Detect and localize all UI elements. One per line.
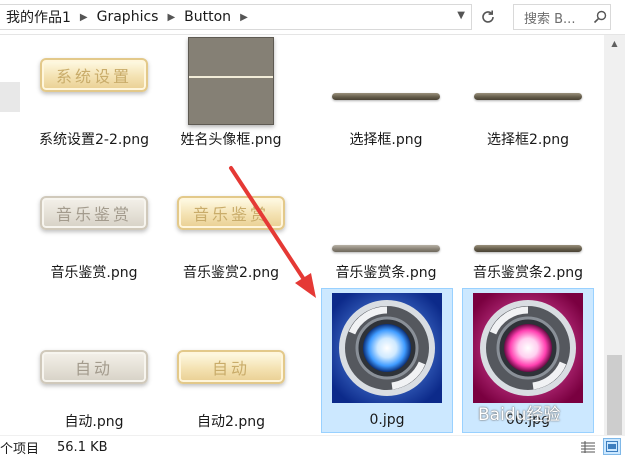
breadcrumb-item-graphics[interactable]: Graphics — [91, 9, 165, 25]
file-thumbnail: 音乐鉴赏 — [166, 168, 296, 258]
file-item[interactable]: 自动 自动2.png — [166, 307, 296, 435]
file-item[interactable]: 系统设置 系统设置2-2.png — [29, 35, 159, 160]
file-item-selected[interactable]: 00.jpg — [462, 288, 594, 433]
item-count: 个项目 — [0, 442, 40, 457]
refresh-button[interactable] — [475, 4, 501, 30]
refresh-icon — [482, 10, 494, 23]
vertical-scrollbar[interactable]: ▲ — [604, 35, 625, 435]
breadcrumb-item-我的作品1[interactable]: 我的作品1 — [0, 7, 77, 27]
search-box[interactable]: 搜索 B... — [513, 4, 611, 30]
file-item[interactable]: 选择框.png — [321, 35, 451, 160]
file-item[interactable]: 音乐鉴赏 音乐鉴赏2.png — [166, 168, 296, 303]
file-thumbnail: 系统设置 — [29, 35, 159, 125]
status-bar: 个项目 56.1 KB — [0, 435, 625, 459]
file-name: 音乐鉴赏.png — [50, 265, 138, 281]
file-name: 0.jpg — [369, 412, 405, 428]
thumb-plaque-text: 自动 — [40, 350, 148, 384]
file-item[interactable]: 选择框2.png — [463, 35, 593, 160]
scroll-up-icon[interactable]: ▲ — [604, 35, 625, 52]
address-bar: 我的作品1 ▶ Graphics ▶ Button ▶ ▼ 搜索 B... — [0, 0, 625, 35]
file-item[interactable]: 姓名头像框.png — [166, 35, 296, 160]
file-name: 自动2.png — [196, 414, 265, 430]
file-name: 选择框.png — [349, 132, 423, 148]
file-item-selected[interactable]: 0.jpg — [321, 288, 453, 433]
nav-selected-item[interactable] — [0, 82, 20, 112]
thumb-bar — [474, 245, 582, 252]
search-icon[interactable] — [590, 10, 610, 24]
thumb-plaque-text: 音乐鉴赏 — [177, 196, 285, 230]
chevron-right-icon[interactable]: ▶ — [77, 12, 91, 23]
file-thumbnail — [166, 35, 296, 125]
large-icons-view-icon[interactable] — [603, 438, 621, 455]
thumb-plaque-text: 音乐鉴赏 — [40, 196, 148, 230]
file-thumbnail — [321, 168, 451, 258]
file-thumbnail — [321, 35, 451, 125]
thumb-bar — [332, 93, 440, 100]
file-name: 音乐鉴赏条.png — [335, 265, 437, 281]
view-toggle[interactable] — [579, 438, 621, 455]
file-name: 选择框2.png — [486, 132, 569, 148]
chevron-down-icon[interactable]: ▼ — [457, 10, 465, 21]
file-thumbnail: 自动 — [29, 307, 159, 407]
file-thumbnail — [463, 289, 593, 407]
file-name: 00.jpg — [506, 412, 550, 428]
file-name: 系统设置2-2.png — [39, 132, 149, 148]
selection-size: 56.1 KB — [57, 440, 108, 455]
file-name: 姓名头像框.png — [180, 132, 282, 148]
thumb-bar — [332, 245, 440, 252]
details-view-icon[interactable] — [579, 438, 597, 455]
file-thumbnail — [463, 35, 593, 125]
orb-pink-image — [473, 293, 583, 403]
breadcrumb[interactable]: 我的作品1 ▶ Graphics ▶ Button ▶ ▼ — [0, 4, 472, 30]
thumb-frame — [188, 37, 274, 125]
chevron-right-icon[interactable]: ▶ — [164, 12, 178, 23]
breadcrumb-item-button[interactable]: Button — [178, 9, 237, 25]
thumb-plaque-text: 自动 — [177, 350, 285, 384]
file-thumbnail — [463, 168, 593, 258]
chevron-right-icon[interactable]: ▶ — [237, 12, 251, 23]
orb-blue-image — [332, 293, 442, 403]
file-thumbnail: 音乐鉴赏 — [29, 168, 159, 258]
thumb-plaque-text: 系统设置 — [40, 58, 148, 92]
file-name: 音乐鉴赏2.png — [182, 265, 279, 281]
file-item[interactable]: 音乐鉴赏 音乐鉴赏.png — [29, 168, 159, 303]
file-name: 自动.png — [64, 414, 124, 430]
navigation-pane[interactable] — [0, 35, 20, 435]
thumb-bar — [474, 93, 582, 100]
scrollbar-thumb[interactable] — [607, 355, 622, 435]
file-item[interactable]: 自动 自动.png — [29, 307, 159, 435]
file-view[interactable]: 系统设置 系统设置2-2.png 姓名头像框.png 选择框.png 选择框2.… — [21, 35, 603, 435]
file-name: 音乐鉴赏条2.png — [472, 265, 583, 281]
file-item[interactable]: 音乐鉴赏条.png — [321, 168, 451, 303]
search-input[interactable]: 搜索 B... — [514, 8, 590, 27]
file-thumbnail: 自动 — [166, 307, 296, 407]
file-thumbnail — [322, 289, 452, 407]
file-item[interactable]: 音乐鉴赏条2.png — [463, 168, 593, 303]
